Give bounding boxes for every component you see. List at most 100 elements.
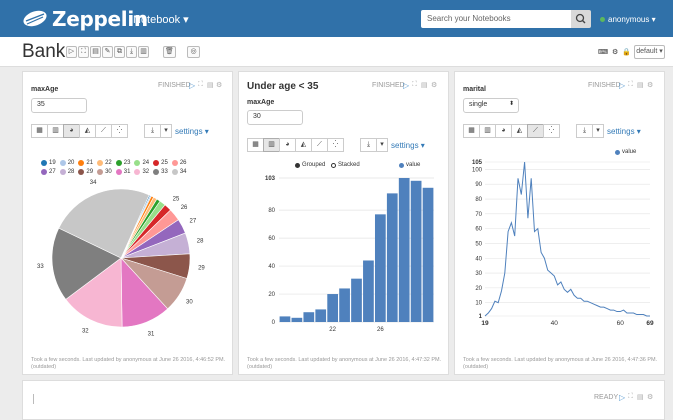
lock-icon[interactable]: 🔒 <box>622 48 631 56</box>
interpreter-default-button[interactable]: default ▾ <box>634 45 665 59</box>
bar[interactable] <box>303 312 315 322</box>
bar[interactable] <box>363 260 374 322</box>
y-tick-label: 103 <box>265 176 276 182</box>
bar-chart: 0 20 40 60 80 103 22 26 <box>265 176 434 333</box>
line-chart-icon[interactable]: ⟋ <box>95 124 112 138</box>
pie-chart-icon[interactable]: ◕ <box>495 124 512 138</box>
show-hide-output-icon[interactable]: ▤ <box>90 46 101 58</box>
run-paragraph-icon[interactable]: ▷ <box>403 81 409 90</box>
trash-icon[interactable]: 🗑 <box>163 46 176 58</box>
paragraph-settings-icon[interactable]: ⚙ <box>647 393 653 401</box>
grouped-option[interactable]: Grouped <box>295 162 325 168</box>
bar[interactable] <box>291 317 303 322</box>
table-icon[interactable]: ▤ <box>637 81 644 89</box>
settings-toggle[interactable]: settings ▾ <box>391 141 425 150</box>
x-tick-label: 69 <box>646 320 654 327</box>
value-legend[interactable]: value <box>615 149 636 155</box>
y-tick-label: 0 <box>272 320 276 326</box>
bar[interactable] <box>422 187 434 322</box>
notebook-menu[interactable]: Notebook ▾ <box>133 13 189 26</box>
bar[interactable] <box>315 309 327 322</box>
editor-cursor[interactable] <box>33 394 34 404</box>
footer-outdated: (outdated) <box>463 364 489 370</box>
keyboard-shortcut-icon[interactable]: ⌨ <box>598 48 608 56</box>
fullscreen-icon[interactable]: ⛶ <box>412 81 417 89</box>
scatter-chart-icon[interactable]: ⁛ <box>111 124 128 138</box>
download-dropdown-icon[interactable]: ▾ <box>376 138 388 152</box>
stacked-label: Stacked <box>338 162 360 168</box>
download-icon[interactable]: ⤓ <box>360 138 377 152</box>
table-view-icon[interactable]: ▦ <box>463 124 480 138</box>
fullscreen-icon[interactable]: ⛶ <box>628 393 633 401</box>
table-view-icon[interactable]: ▦ <box>31 124 48 138</box>
bar[interactable] <box>374 214 386 322</box>
scatter-chart-icon[interactable]: ⁛ <box>543 124 560 138</box>
stacked-option[interactable]: Stacked <box>331 162 360 168</box>
area-chart-icon[interactable]: ◭ <box>295 138 312 152</box>
clone-notebook-icon[interactable]: ⧉ <box>114 46 125 58</box>
bar[interactable] <box>351 278 362 322</box>
bar-chart-icon[interactable]: ▥ <box>47 124 64 138</box>
line-chart-icon[interactable]: ⟋ <box>311 138 328 152</box>
run-paragraph-icon[interactable]: ▷ <box>619 81 625 90</box>
bar[interactable] <box>410 180 422 322</box>
bar[interactable] <box>327 294 339 322</box>
maxage-input[interactable]: 35 <box>31 98 87 113</box>
clear-output-icon[interactable]: ✎ <box>102 46 113 58</box>
marital-select[interactable]: single ⬍ <box>463 98 519 113</box>
select-arrows-icon: ⬍ <box>508 101 514 107</box>
scheduler-icon[interactable]: ◎ <box>187 46 200 58</box>
maxage-input[interactable]: 30 <box>247 110 303 125</box>
run-all-icon[interactable]: ▷ <box>66 46 77 58</box>
version-icon[interactable]: ▥ <box>138 46 149 58</box>
bar[interactable] <box>398 178 410 322</box>
paragraph-settings-icon[interactable]: ⚙ <box>647 81 653 89</box>
series-line[interactable] <box>484 161 650 317</box>
pie-chart-icon[interactable]: ◕ <box>279 138 296 152</box>
download-dropdown-icon[interactable]: ▾ <box>160 124 172 138</box>
pie-chart-icon[interactable]: ◕ <box>63 124 80 138</box>
table-icon[interactable]: ▤ <box>637 393 644 401</box>
bar[interactable] <box>279 316 291 322</box>
fullscreen-icon[interactable]: ⛶ <box>198 81 203 89</box>
area-chart-icon[interactable]: ◭ <box>511 124 528 138</box>
table-icon[interactable]: ▤ <box>207 81 214 89</box>
scatter-chart-icon[interactable]: ⁛ <box>327 138 344 152</box>
settings-gear-icon[interactable]: ⚙ <box>612 48 618 56</box>
fullscreen-icon[interactable]: ⛶ <box>628 81 633 89</box>
footer-timestamp: Took a few seconds. Last updated by anon… <box>463 357 658 363</box>
notebook-title[interactable]: Bank <box>22 41 65 63</box>
area-chart-icon[interactable]: ◭ <box>79 124 96 138</box>
search-button[interactable] <box>571 10 591 28</box>
bar-chart-icon[interactable]: ▥ <box>263 138 280 152</box>
zeppelin-logo-icon[interactable] <box>22 9 48 28</box>
bar[interactable] <box>339 288 350 322</box>
y-tick-label: 90 <box>475 182 482 188</box>
paragraph-settings-icon[interactable]: ⚙ <box>431 81 437 89</box>
paragraph-title: marital <box>463 86 486 93</box>
bar[interactable] <box>386 193 398 322</box>
download-icon[interactable]: ⤓ <box>144 124 161 138</box>
user-menu[interactable]: anonymous ▾ <box>600 15 656 24</box>
settings-toggle[interactable]: settings ▾ <box>607 127 641 136</box>
bar-chart-icon[interactable]: ▥ <box>479 124 496 138</box>
user-name: anonymous ▾ <box>608 15 656 24</box>
paragraph-settings-icon[interactable]: ⚙ <box>216 81 222 89</box>
export-notebook-icon[interactable]: ⤓ <box>126 46 137 58</box>
show-hide-code-icon[interactable]: ⛶ <box>78 46 89 58</box>
download-icon[interactable]: ⤓ <box>576 124 593 138</box>
pie-slice-label: 33 <box>37 264 44 270</box>
footer-timestamp: Took a few seconds. Last updated by anon… <box>31 357 226 363</box>
run-paragraph-icon[interactable]: ▷ <box>189 81 195 90</box>
table-view-icon[interactable]: ▦ <box>247 138 264 152</box>
y-tick-label: 80 <box>268 208 275 214</box>
table-icon[interactable]: ▤ <box>421 81 428 89</box>
search-input[interactable]: Search your Notebooks <box>421 10 571 28</box>
settings-toggle[interactable]: settings ▾ <box>175 127 209 136</box>
pie-slice-label: 31 <box>148 331 155 337</box>
line-chart-icon[interactable]: ⟋ <box>527 124 544 138</box>
pie-slice-label: 32 <box>82 329 89 335</box>
value-legend[interactable]: value <box>399 162 420 168</box>
run-paragraph-icon[interactable]: ▷ <box>619 393 625 402</box>
download-dropdown-icon[interactable]: ▾ <box>592 124 604 138</box>
